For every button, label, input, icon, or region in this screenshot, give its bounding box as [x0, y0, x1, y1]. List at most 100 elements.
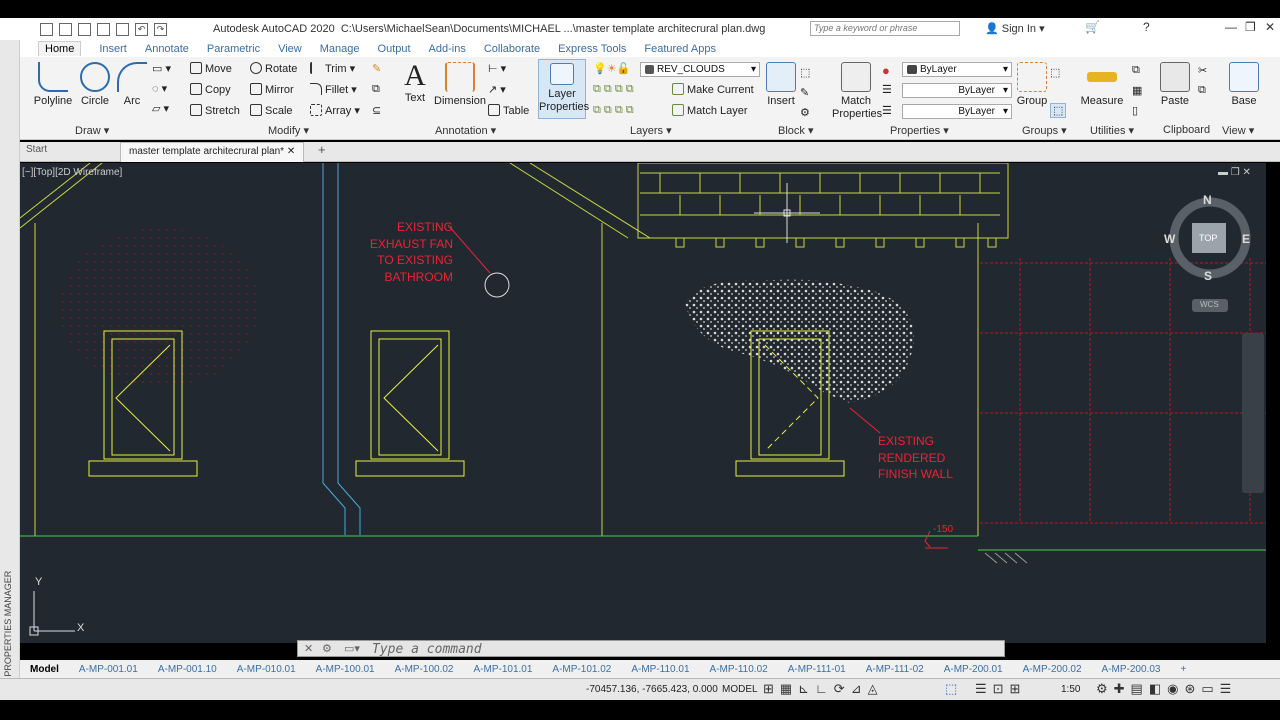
annotation-panel-label[interactable]: Annotation ▾ — [435, 124, 496, 137]
match-properties-button[interactable]: Match Properties — [832, 62, 882, 121]
block-panel-label[interactable]: Block ▾ — [778, 124, 813, 137]
compass-west[interactable]: W — [1164, 232, 1175, 246]
paste-button[interactable]: Paste — [1160, 62, 1190, 108]
redo-icon[interactable]: ↷ — [154, 22, 167, 36]
selection-cycling-icon[interactable]: ⬚ — [945, 681, 957, 697]
tab-view[interactable]: View — [278, 43, 302, 55]
cmd-close-icon[interactable]: ✕ — [304, 642, 313, 655]
layer-dropdown[interactable]: REV_CLOUDS ▾ — [640, 62, 760, 77]
add-layout-icon[interactable]: + — [1170, 664, 1196, 675]
plot-icon[interactable] — [116, 22, 129, 36]
explode-icon[interactable]: ⧉ — [372, 83, 380, 96]
layout-tab-model[interactable]: Model — [20, 664, 69, 675]
wcs-menu[interactable]: WCS — [1200, 300, 1219, 309]
move-button[interactable]: Move — [190, 62, 232, 75]
save-as-icon[interactable] — [97, 22, 110, 36]
compass-north[interactable]: N — [1203, 193, 1212, 207]
search-input[interactable]: Type a keyword or phrase — [810, 21, 960, 36]
viewport-controls-label[interactable]: [−][Top][2D Wireframe] — [22, 167, 122, 178]
layout-tab[interactable]: A-MP-200.03 — [1092, 664, 1171, 675]
help-icon[interactable]: ? — [1143, 20, 1150, 34]
drawing-tab[interactable]: master template architecrural plan* ✕ — [120, 142, 305, 162]
window-close-icon[interactable]: ✕ — [1265, 20, 1275, 34]
layout-tab[interactable]: A-MP-200.01 — [934, 664, 1013, 675]
start-tab[interactable]: Start — [26, 144, 47, 155]
drafting-toggles[interactable]: ⊞▦⊾∟⟳⊿◬ — [763, 681, 884, 697]
annotation-toggles[interactable]: ☰⊡⊞ — [975, 681, 1026, 697]
view-panel-label[interactable]: View ▾ — [1222, 124, 1254, 137]
tab-insert[interactable]: Insert — [99, 43, 127, 55]
stretch-button[interactable]: Stretch — [190, 104, 240, 117]
lineweight-dropdown[interactable]: ByLayer ▾ — [902, 104, 1012, 119]
match-layer-button[interactable]: Match Layer — [672, 104, 748, 117]
tab-featured-apps[interactable]: Featured Apps — [644, 43, 716, 55]
tab-parametric[interactable]: Parametric — [207, 43, 260, 55]
quick-select-icon[interactable]: ⧉ — [1132, 64, 1140, 77]
text-button[interactable]: A Text — [400, 60, 430, 105]
save-icon[interactable] — [78, 22, 91, 36]
array-button[interactable]: Array ▾ — [310, 104, 360, 117]
base-button[interactable]: Base — [1228, 62, 1260, 108]
minimize-icon[interactable]: — — [1225, 20, 1237, 34]
compass-south[interactable]: S — [1204, 269, 1212, 283]
hatch-icon[interactable]: ◌ ▾ — [152, 82, 167, 95]
cart-icon[interactable]: 🛒 — [1085, 20, 1100, 34]
viewcube-top-label[interactable]: TOP — [1199, 233, 1217, 243]
insert-button[interactable]: Insert — [766, 62, 796, 108]
polyline-button[interactable]: Polyline — [33, 62, 73, 108]
layout-tab[interactable]: A-MP-100.01 — [306, 664, 385, 675]
circle-button[interactable]: Circle — [77, 62, 113, 108]
command-line[interactable]: ✕ ⚙ ▭▾ Type a command — [297, 640, 1005, 657]
copy-clip-icon[interactable]: ⧉ — [1198, 84, 1206, 97]
tab-output[interactable]: Output — [378, 43, 411, 55]
line-options-icon[interactable]: ▱ ▾ — [152, 102, 169, 115]
restore-icon[interactable]: ❐ — [1245, 20, 1256, 34]
properties-panel-label[interactable]: Properties ▾ — [890, 124, 949, 137]
calculator-icon[interactable]: ▦ — [1132, 84, 1142, 97]
color-dropdown[interactable]: ByLayer ▾ — [902, 62, 1012, 77]
make-current-button[interactable]: Make Current — [672, 83, 754, 96]
fillet-button[interactable]: Fillet ▾ — [310, 83, 357, 96]
dimension-button[interactable]: Dimension — [434, 62, 486, 108]
tab-home[interactable]: Home — [38, 41, 82, 56]
coordinates-readout[interactable]: -70457.136, -7665.423, 0.000 — [586, 684, 718, 695]
layout-tab[interactable]: A-MP-010.01 — [227, 664, 306, 675]
block-attribute-icon[interactable]: ⚙ — [800, 106, 810, 119]
layout-tab[interactable]: A-MP-101.01 — [464, 664, 543, 675]
mirror-button[interactable]: Mirror — [250, 83, 294, 96]
cut-icon[interactable]: ✂ — [1198, 64, 1207, 77]
cmd-settings-icon[interactable]: ⚙ — [322, 642, 332, 655]
table-button[interactable]: Table — [488, 104, 529, 117]
layout-tab[interactable]: A-MP-111-01 — [778, 664, 856, 675]
rectangle-icon[interactable]: ▭ ▾ — [152, 62, 171, 75]
model-space-toggle[interactable]: MODEL — [722, 684, 758, 695]
edit-block-icon[interactable]: ✎ — [800, 86, 809, 99]
open-icon[interactable] — [59, 22, 72, 36]
tab-collaborate[interactable]: Collaborate — [484, 43, 540, 55]
sign-in-button[interactable]: 👤 Sign In ▾ — [985, 22, 1045, 35]
drawing-canvas[interactable] — [20, 163, 1266, 643]
group-select-icon[interactable]: ⬚ — [1050, 103, 1067, 118]
compass-east[interactable]: E — [1242, 232, 1250, 246]
layout-tab[interactable]: A-MP-111-02 — [856, 664, 934, 675]
scale-button[interactable]: Scale — [250, 104, 293, 117]
arc-button[interactable]: Arc — [117, 62, 147, 108]
drawing-viewport[interactable]: [−][Top][2D Wireframe] ▬ ❐ ✕ EXISTING EX… — [20, 163, 1266, 643]
layer-tools-row2-icons[interactable]: ⧉ ⧉ ⧉ ⧉ — [593, 104, 634, 117]
layout-tab[interactable]: A-MP-101.02 — [542, 664, 621, 675]
trim-button[interactable]: Trim ▾ — [310, 62, 355, 75]
tab-manage[interactable]: Manage — [320, 43, 360, 55]
cmd-recent-icon[interactable]: ▭▾ — [344, 642, 360, 655]
copy-button[interactable]: Copy — [190, 83, 231, 96]
create-block-icon[interactable]: ⬚ — [800, 66, 810, 79]
linear-dim-icon[interactable]: ⊢ ▾ — [488, 62, 506, 75]
tab-annotate[interactable]: Annotate — [145, 43, 189, 55]
new-tab-icon[interactable]: + — [318, 142, 326, 157]
measure-button[interactable]: Measure — [1080, 62, 1124, 108]
linetype-dropdown[interactable]: ByLayer ▾ — [902, 83, 1012, 98]
command-input[interactable]: Type a command — [372, 642, 482, 657]
layer-tools-row1-icons[interactable]: ⧉ ⧉ ⧉ ⧉ — [593, 83, 634, 96]
layout-tab[interactable]: A-MP-100.02 — [385, 664, 464, 675]
erase-icon[interactable]: ✎ — [372, 62, 381, 75]
layer-state-icons[interactable]: 💡☀🔓 — [593, 62, 630, 75]
